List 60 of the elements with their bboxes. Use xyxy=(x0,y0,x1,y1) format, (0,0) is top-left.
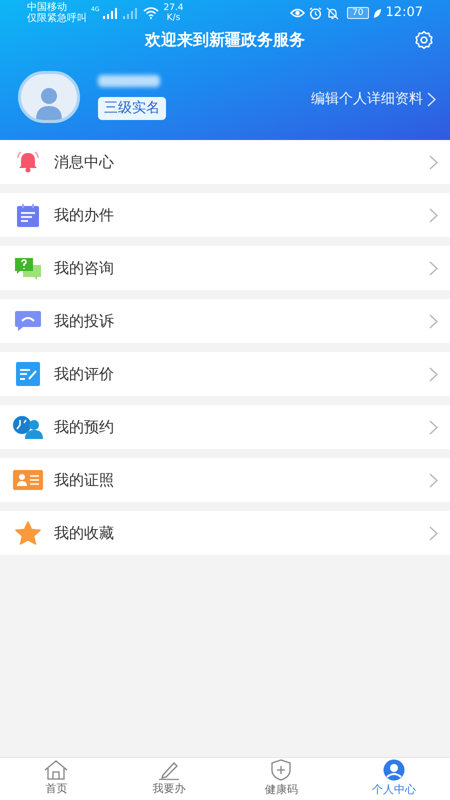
tab-item[interactable]: 我要办 xyxy=(112,758,225,800)
menu-label: 我的投诉 xyxy=(54,310,115,332)
edit-profile-link[interactable]: 编辑个人详细资料 xyxy=(311,88,436,110)
menu-label: 我的预约 xyxy=(54,416,115,438)
chevron-icon xyxy=(429,420,438,434)
menu-label: 我的收藏 xyxy=(54,522,115,544)
pencil-icon xyxy=(156,760,181,780)
leaf-icon xyxy=(372,8,382,18)
blurred-name xyxy=(98,74,160,86)
clipboard-icon xyxy=(16,204,40,226)
menu-label: 我的评价 xyxy=(54,364,115,385)
wifi-icon xyxy=(143,7,160,19)
id-card-icon xyxy=(13,470,43,490)
chevron-icon xyxy=(429,526,438,540)
menu-item[interactable]: 我的证照 xyxy=(0,458,450,502)
muted-bell-icon xyxy=(326,6,340,20)
avatar[interactable] xyxy=(18,71,80,123)
chevron-icon xyxy=(427,92,436,106)
eye-icon xyxy=(290,8,306,18)
star-icon xyxy=(15,521,41,545)
signal-icon xyxy=(103,8,120,18)
person-icon xyxy=(34,86,64,120)
chevron-icon xyxy=(429,314,438,328)
chat-bubble-icon xyxy=(14,310,42,332)
bell-icon xyxy=(15,151,41,173)
menu-item[interactable]: 我的预约 xyxy=(0,405,450,449)
verification-badge: 三级实名 xyxy=(98,96,166,120)
chevron-icon xyxy=(429,260,438,276)
menu-label: 我的办件 xyxy=(54,204,115,226)
clock-time: 12:07 xyxy=(386,4,423,22)
carrier-note: 仅限紧急呼叫 xyxy=(27,13,87,24)
speed-text: 27.4 xyxy=(163,3,184,13)
settings-icon[interactable] xyxy=(414,30,434,50)
chevron-icon xyxy=(429,208,438,222)
speed-unit: K/s xyxy=(166,13,180,23)
chat-question-icon xyxy=(14,256,42,280)
menu-item[interactable]: 我的咨询 xyxy=(0,246,450,290)
chevron-icon xyxy=(429,472,438,488)
menu-label: 消息中心 xyxy=(54,152,115,173)
shield-plus-icon xyxy=(271,759,292,782)
page-title: 欢迎来到新疆政务服务 xyxy=(145,29,305,51)
menu-item[interactable]: 我的办件 xyxy=(0,193,450,237)
tab-item[interactable]: 个人中心 xyxy=(338,758,450,800)
menu-item[interactable]: 我的评价 xyxy=(0,352,450,396)
tab-item[interactable]: 健康码 xyxy=(225,758,338,800)
signal-icon xyxy=(123,8,140,18)
menu-item[interactable]: 我的收藏 xyxy=(0,511,450,555)
people-clock-icon xyxy=(12,415,44,439)
alarm-icon xyxy=(309,6,322,20)
tab-item[interactable]: 首页 xyxy=(0,758,112,800)
menu-label: 我的证照 xyxy=(54,470,115,491)
edit-note-icon xyxy=(16,362,40,386)
menu-item[interactable]: 消息中心 xyxy=(0,140,450,184)
battery-level: 70 xyxy=(347,7,369,19)
home-icon xyxy=(43,760,70,780)
menu-item[interactable]: 我的投诉 xyxy=(0,299,450,343)
chevron-icon xyxy=(429,366,438,382)
carrier-text: 中国移动 xyxy=(27,2,68,13)
chevron-icon xyxy=(429,154,438,170)
menu-label: 我的咨询 xyxy=(54,258,115,279)
